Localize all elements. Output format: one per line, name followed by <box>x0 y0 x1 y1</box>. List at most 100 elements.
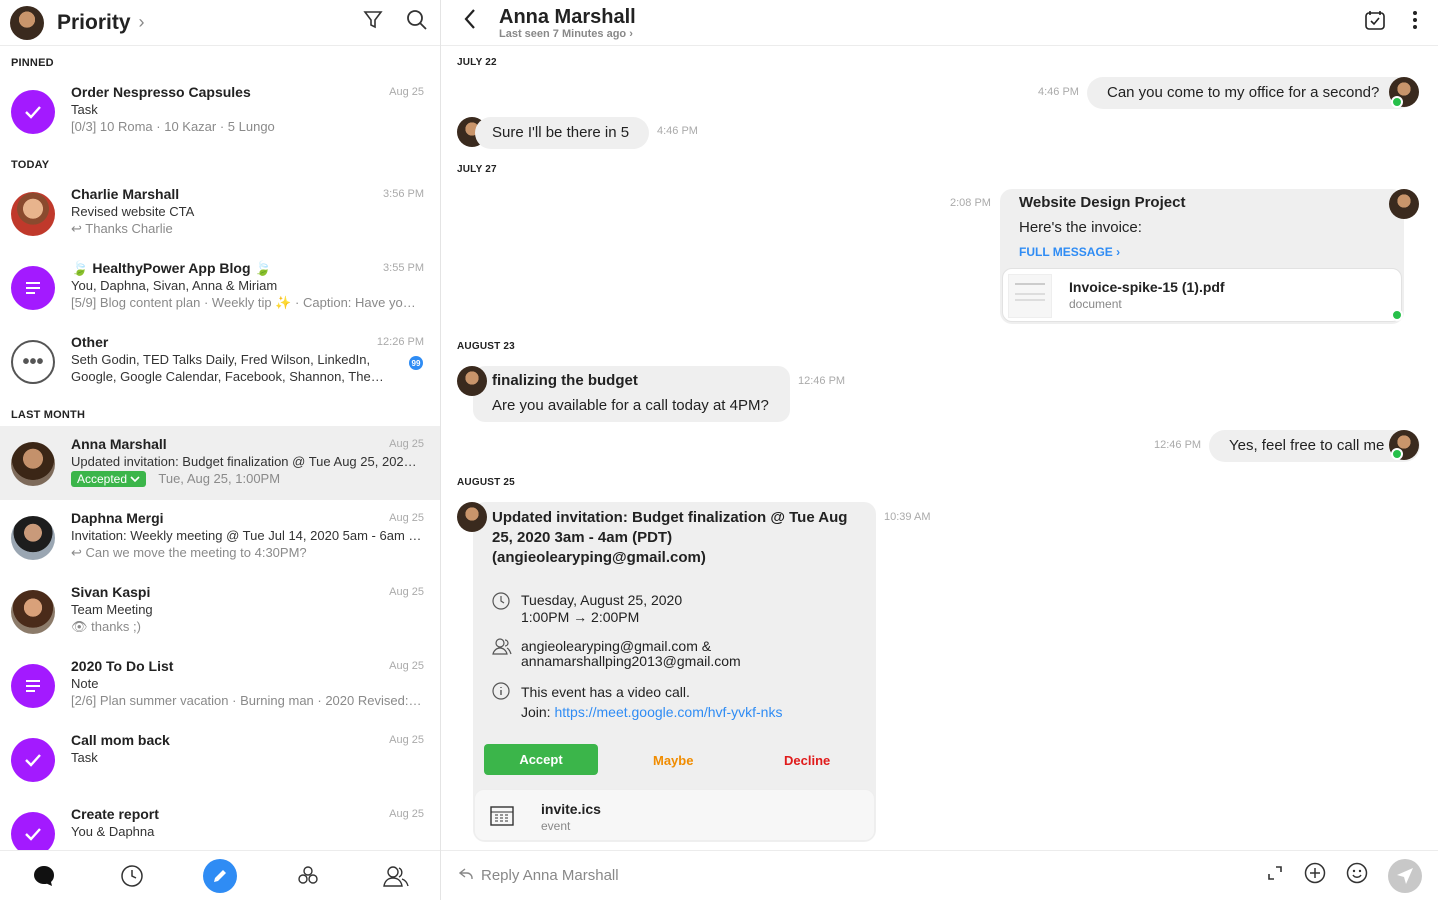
message-subject: Website Design Project <box>1019 194 1186 211</box>
file-name: invite.ics <box>541 801 601 817</box>
conversation-pane: Anna Marshall Last seen 7 Minutes ago › … <box>441 0 1438 900</box>
conversation-list-pane: Priority › PINNED Order Nespresso Capsul… <box>0 0 441 900</box>
conversation-time: Aug 25 <box>389 808 424 820</box>
reply-icon: ↩ <box>71 221 86 236</box>
avatar <box>11 192 55 236</box>
list-item[interactable]: Call mom back Task Aug 25 <box>0 722 440 796</box>
date-divider: JULY 27 <box>457 164 497 175</box>
conversation-name: Other <box>71 334 109 350</box>
expand-icon[interactable] <box>1266 864 1284 887</box>
avatar[interactable] <box>10 5 44 40</box>
chevron-down-icon <box>130 476 140 483</box>
avatar <box>11 442 55 486</box>
message-bubble-incoming[interactable]: Sure I'll be there in 5 <box>475 117 650 149</box>
calendar-icon <box>490 806 514 826</box>
last-seen[interactable]: Last seen 7 Minutes ago › <box>499 28 636 40</box>
section-pinned: PINNED <box>11 57 54 69</box>
list-item[interactable]: Order Nespresso Capsules Task [0/3] 10 R… <box>0 74 440 148</box>
meet-link[interactable]: https://meet.google.com/hvf-yvkf-nks <box>554 704 782 720</box>
seen-icon <box>1391 448 1403 460</box>
check-icon <box>11 90 55 134</box>
maybe-button[interactable]: Maybe <box>653 753 693 768</box>
pencil-icon <box>214 869 226 882</box>
list-item[interactable]: Anna Marshall Updated invitation: Budget… <box>0 426 440 500</box>
send-icon <box>1397 867 1413 884</box>
more-icon: ••• <box>11 340 55 384</box>
date-divider: AUGUST 23 <box>457 341 515 352</box>
list-item[interactable]: ••• Other Seth Godin, TED Talks Daily, F… <box>0 324 440 398</box>
check-icon <box>11 738 55 782</box>
chevron-right-icon: › <box>629 27 633 40</box>
note-icon <box>11 664 55 708</box>
contact-name[interactable]: Anna Marshall <box>499 6 636 28</box>
calendar-check-icon[interactable] <box>1364 9 1386 36</box>
send-button[interactable] <box>1388 858 1422 893</box>
compose-button[interactable] <box>203 858 237 893</box>
conversation-name: Call mom back <box>71 732 170 748</box>
message-subject: finalizing the budget <box>492 372 638 389</box>
full-message-link[interactable]: FULL MESSAGE › <box>1019 245 1120 259</box>
message-text: Can you come to my office for a second? <box>1107 84 1380 101</box>
reply-input[interactable]: Reply Anna Marshall <box>481 867 619 884</box>
accepted-status-dropdown[interactable]: Accepted <box>71 471 147 487</box>
avatar <box>11 516 55 560</box>
conversation-subtitle: Task <box>71 750 98 765</box>
message-bubble-outgoing[interactable]: Can you come to my office for a second? <box>1087 77 1416 109</box>
conversation-name: Sivan Kaspi <box>71 584 151 600</box>
conversation-subtitle: You, Daphna, Sivan, Anna & Miriam <box>71 278 278 293</box>
message-time: 12:46 PM <box>1154 439 1202 451</box>
conversation-subtitle: Note <box>71 676 99 691</box>
list-item[interactable]: 🍃 HealthyPower App Blog 🍃 You, Daphna, S… <box>0 250 440 324</box>
reply-icon: ↩ <box>71 545 86 560</box>
contacts-icon[interactable] <box>379 859 413 893</box>
avatar <box>457 366 487 396</box>
file-attachment[interactable]: Invoice-spike-15 (1).pdf document <box>1002 268 1402 322</box>
list-item[interactable]: Charlie Marshall Revised website CTA ↩ T… <box>0 176 440 250</box>
filter-icon[interactable] <box>362 9 384 36</box>
more-options-icon[interactable] <box>1412 10 1418 35</box>
search-icon[interactable] <box>406 9 428 36</box>
calendar-invite-message[interactable]: Updated invitation: Budget finalization … <box>473 502 876 842</box>
conversation-subtitle: Team Meeting <box>71 602 153 617</box>
list-item[interactable]: Sivan Kaspi Team Meeting 👁 thanks ;) Aug… <box>0 574 440 648</box>
clock-icon[interactable] <box>115 859 149 893</box>
file-type: document <box>1069 297 1122 311</box>
conversation-preview: [2/6] Plan summer vacation · Burning man… <box>71 693 422 708</box>
groups-icon[interactable] <box>291 859 325 893</box>
message-time: 4:46 PM <box>1038 86 1079 98</box>
chevron-right-icon[interactable]: › <box>139 12 145 33</box>
page-title[interactable]: Priority <box>57 11 131 35</box>
conversation-preview: Google, Google Calendar, Facebook, Shann… <box>71 369 384 384</box>
conversation-subtitle: Revised website CTA <box>71 204 195 219</box>
pdf-thumbnail-icon <box>1008 274 1052 318</box>
back-icon[interactable] <box>463 8 477 37</box>
chat-icon[interactable] <box>27 859 61 893</box>
conversation-name: Create report <box>71 806 159 822</box>
conversation-time: 12:26 PM <box>376 336 424 348</box>
conversation-time: Aug 25 <box>389 438 424 450</box>
message-list[interactable]: JULY 22 4:46 PM Can you come to my offic… <box>441 46 1438 850</box>
list-item[interactable]: Daphna Mergi Invitation: Weekly meeting … <box>0 500 440 574</box>
conversation-name: Charlie Marshall <box>71 186 180 202</box>
avatar <box>1389 189 1419 219</box>
file-attachment[interactable]: invite.ics event <box>474 789 875 841</box>
conversation-time: Aug 25 <box>389 734 424 746</box>
message-text: Are you available for a call today at 4P… <box>492 397 769 414</box>
accept-button[interactable]: Accept <box>484 744 598 775</box>
emoji-icon[interactable] <box>1346 862 1368 889</box>
add-icon[interactable] <box>1304 862 1326 889</box>
conversation-preview: ↩ Thanks Charlie <box>71 221 173 236</box>
conversation-preview: [5/9] Blog content plan · Weekly tip ✨ ·… <box>71 295 416 310</box>
message-time: 10:39 AM <box>884 511 931 523</box>
conversation-time: 3:56 PM <box>383 188 424 200</box>
decline-button[interactable]: Decline <box>784 753 830 768</box>
message-bubble-incoming[interactable]: finalizing the budget Are you available … <box>473 366 790 422</box>
leaf-icon: 🍃 <box>250 260 272 276</box>
message-time: 4:46 PM <box>657 125 698 137</box>
date-divider: AUGUST 25 <box>457 477 515 488</box>
list-item[interactable]: 2020 To Do List Note [2/6] Plan summer v… <box>0 648 440 722</box>
seen-icon <box>1391 309 1403 321</box>
message-bubble-outgoing[interactable]: Website Design Project Here's the invoic… <box>1000 189 1404 324</box>
reply-icon <box>458 867 473 885</box>
file-type: event <box>541 819 571 833</box>
